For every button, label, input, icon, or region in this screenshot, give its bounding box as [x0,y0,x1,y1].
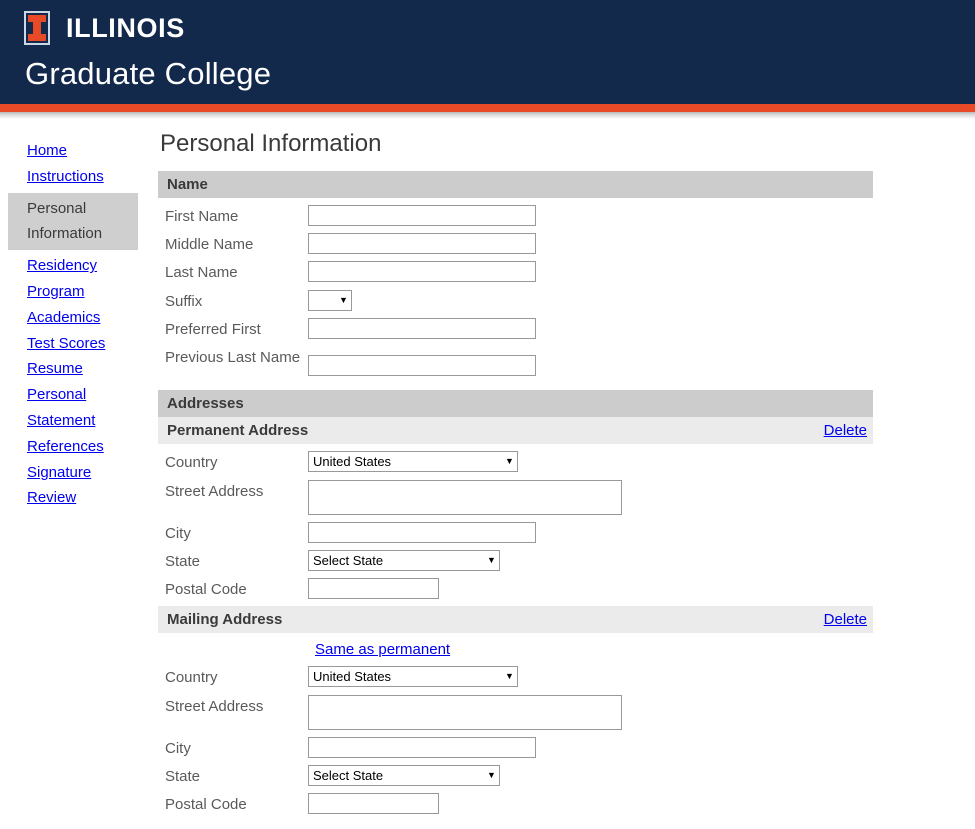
middle-name-input[interactable] [308,233,536,255]
sidebar-item-resume[interactable]: Resume [0,356,158,382]
middle-name-label: Middle Name [165,236,254,254]
mailing-street-label: Street Address [165,697,264,715]
sidebar-item-personal-information[interactable]: Personal Information [8,192,138,251]
site-masthead: ILLINOIS Graduate College [0,0,975,104]
permanent-city-label: City [165,524,191,542]
field-row-permanent-state: State Select State ▼ [158,549,975,571]
brand-wordmark: ILLINOIS [66,12,185,43]
mailing-city-input[interactable] [308,736,536,758]
permanent-state-select[interactable]: Select State ▼ [308,549,500,571]
mailing-country-selected-value: United States [313,669,392,685]
illinois-block-i-icon [24,11,50,45]
permanent-country-selected-value: United States [313,454,392,470]
field-row-permanent-street: Street Address [158,479,975,515]
sidebar-item-test-scores[interactable]: Test Scores [0,331,158,357]
mailing-state-select[interactable]: Select State ▼ [308,765,500,787]
page-title: Personal Information [160,130,382,157]
mailing-postal-label: Postal Code [165,796,247,814]
permanent-address-title: Permanent Address [167,422,309,440]
mailing-state-label: State [165,768,201,786]
field-row-mailing-state: State Select State ▼ [158,765,975,787]
chevron-down-icon: ▼ [505,456,514,467]
suffix-select[interactable]: ▼ [308,289,352,311]
sidebar-item-instructions[interactable]: Instructions [0,164,158,190]
section-header-addresses: Addresses [158,390,873,418]
preferred-first-label: Preferred First [165,320,261,338]
previous-last-name-input[interactable] [308,355,536,377]
sidebar-item-references[interactable]: References [0,434,158,460]
permanent-city-input[interactable] [308,521,536,543]
field-row-mailing-city: City [158,736,975,758]
mailing-country-label: Country [165,669,218,687]
same-as-permanent-row: Same as permanent [158,641,975,659]
sidebar-item-review[interactable]: Review [0,485,158,511]
sidebar-item-academics[interactable]: Academics [0,305,158,331]
first-name-label: First Name [165,207,239,225]
permanent-postal-label: Postal Code [165,581,247,599]
chevron-down-icon: ▼ [505,671,514,682]
subsection-header-permanent-address: Permanent Address Delete [158,417,873,445]
chevron-down-icon: ▼ [339,294,348,305]
field-row-mailing-postal: Postal Code [158,793,975,815]
sidebar-item-signature[interactable]: Signature [0,460,158,486]
field-row-mailing-street: Street Address [158,694,975,730]
sidebar-item-program[interactable]: Program [0,279,158,305]
stripe-shadow [0,112,975,119]
field-row-permanent-postal: Postal Code [158,578,975,600]
mailing-address-title: Mailing Address [167,611,283,629]
first-name-input[interactable] [308,204,536,226]
field-row-permanent-city: City [158,521,975,543]
mailing-city-label: City [165,739,191,757]
brand-unit-name: Graduate College [25,56,272,91]
permanent-country-select[interactable]: United States ▼ [308,451,518,473]
mailing-postal-input[interactable] [308,793,439,815]
brand-row: ILLINOIS [24,8,975,48]
application-sidebar-nav: Home Instructions Personal Information R… [0,119,158,511]
field-row-suffix: Suffix ▼ [158,289,975,311]
suffix-label: Suffix [165,292,203,310]
preferred-first-input[interactable] [308,317,536,339]
chevron-down-icon: ▼ [487,554,496,565]
page-body: Home Instructions Personal Information R… [0,119,975,815]
permanent-state-label: State [165,552,201,570]
section-header-name: Name [158,170,873,198]
permanent-state-selected-value: Select State [313,552,384,568]
sidebar-item-residency[interactable]: Residency [0,253,158,279]
permanent-country-label: Country [165,454,218,472]
main-content: Personal Information Name First Name Mid… [158,119,975,815]
last-name-label: Last Name [165,264,238,282]
delete-mailing-address-link[interactable]: Delete [824,611,867,628]
field-row-previous-last-name: Previous Last Name [158,346,975,377]
mailing-country-select[interactable]: United States ▼ [308,666,518,688]
field-row-mailing-country: Country United States ▼ [158,666,975,688]
delete-permanent-address-link[interactable]: Delete [824,422,867,439]
field-row-first-name: First Name [158,204,975,226]
permanent-street-label: Street Address [165,482,264,500]
permanent-street-textarea[interactable] [308,479,622,515]
field-row-permanent-country: Country United States ▼ [158,451,975,473]
last-name-input[interactable] [308,261,536,283]
same-as-permanent-link[interactable]: Same as permanent [315,641,450,658]
previous-last-name-label: Previous Last Name [165,349,301,367]
mailing-state-selected-value: Select State [313,768,384,784]
subsection-header-mailing-address: Mailing Address Delete [158,606,873,634]
field-row-middle-name: Middle Name [158,233,975,255]
mailing-street-textarea[interactable] [308,694,622,730]
permanent-postal-input[interactable] [308,578,439,600]
accent-stripe [0,104,975,112]
sidebar-item-personal-statement[interactable]: Personal Statement [0,382,158,434]
chevron-down-icon: ▼ [487,770,496,781]
field-row-last-name: Last Name [158,261,975,283]
field-row-preferred-first: Preferred First [158,317,975,339]
sidebar-item-home[interactable]: Home [0,138,158,164]
